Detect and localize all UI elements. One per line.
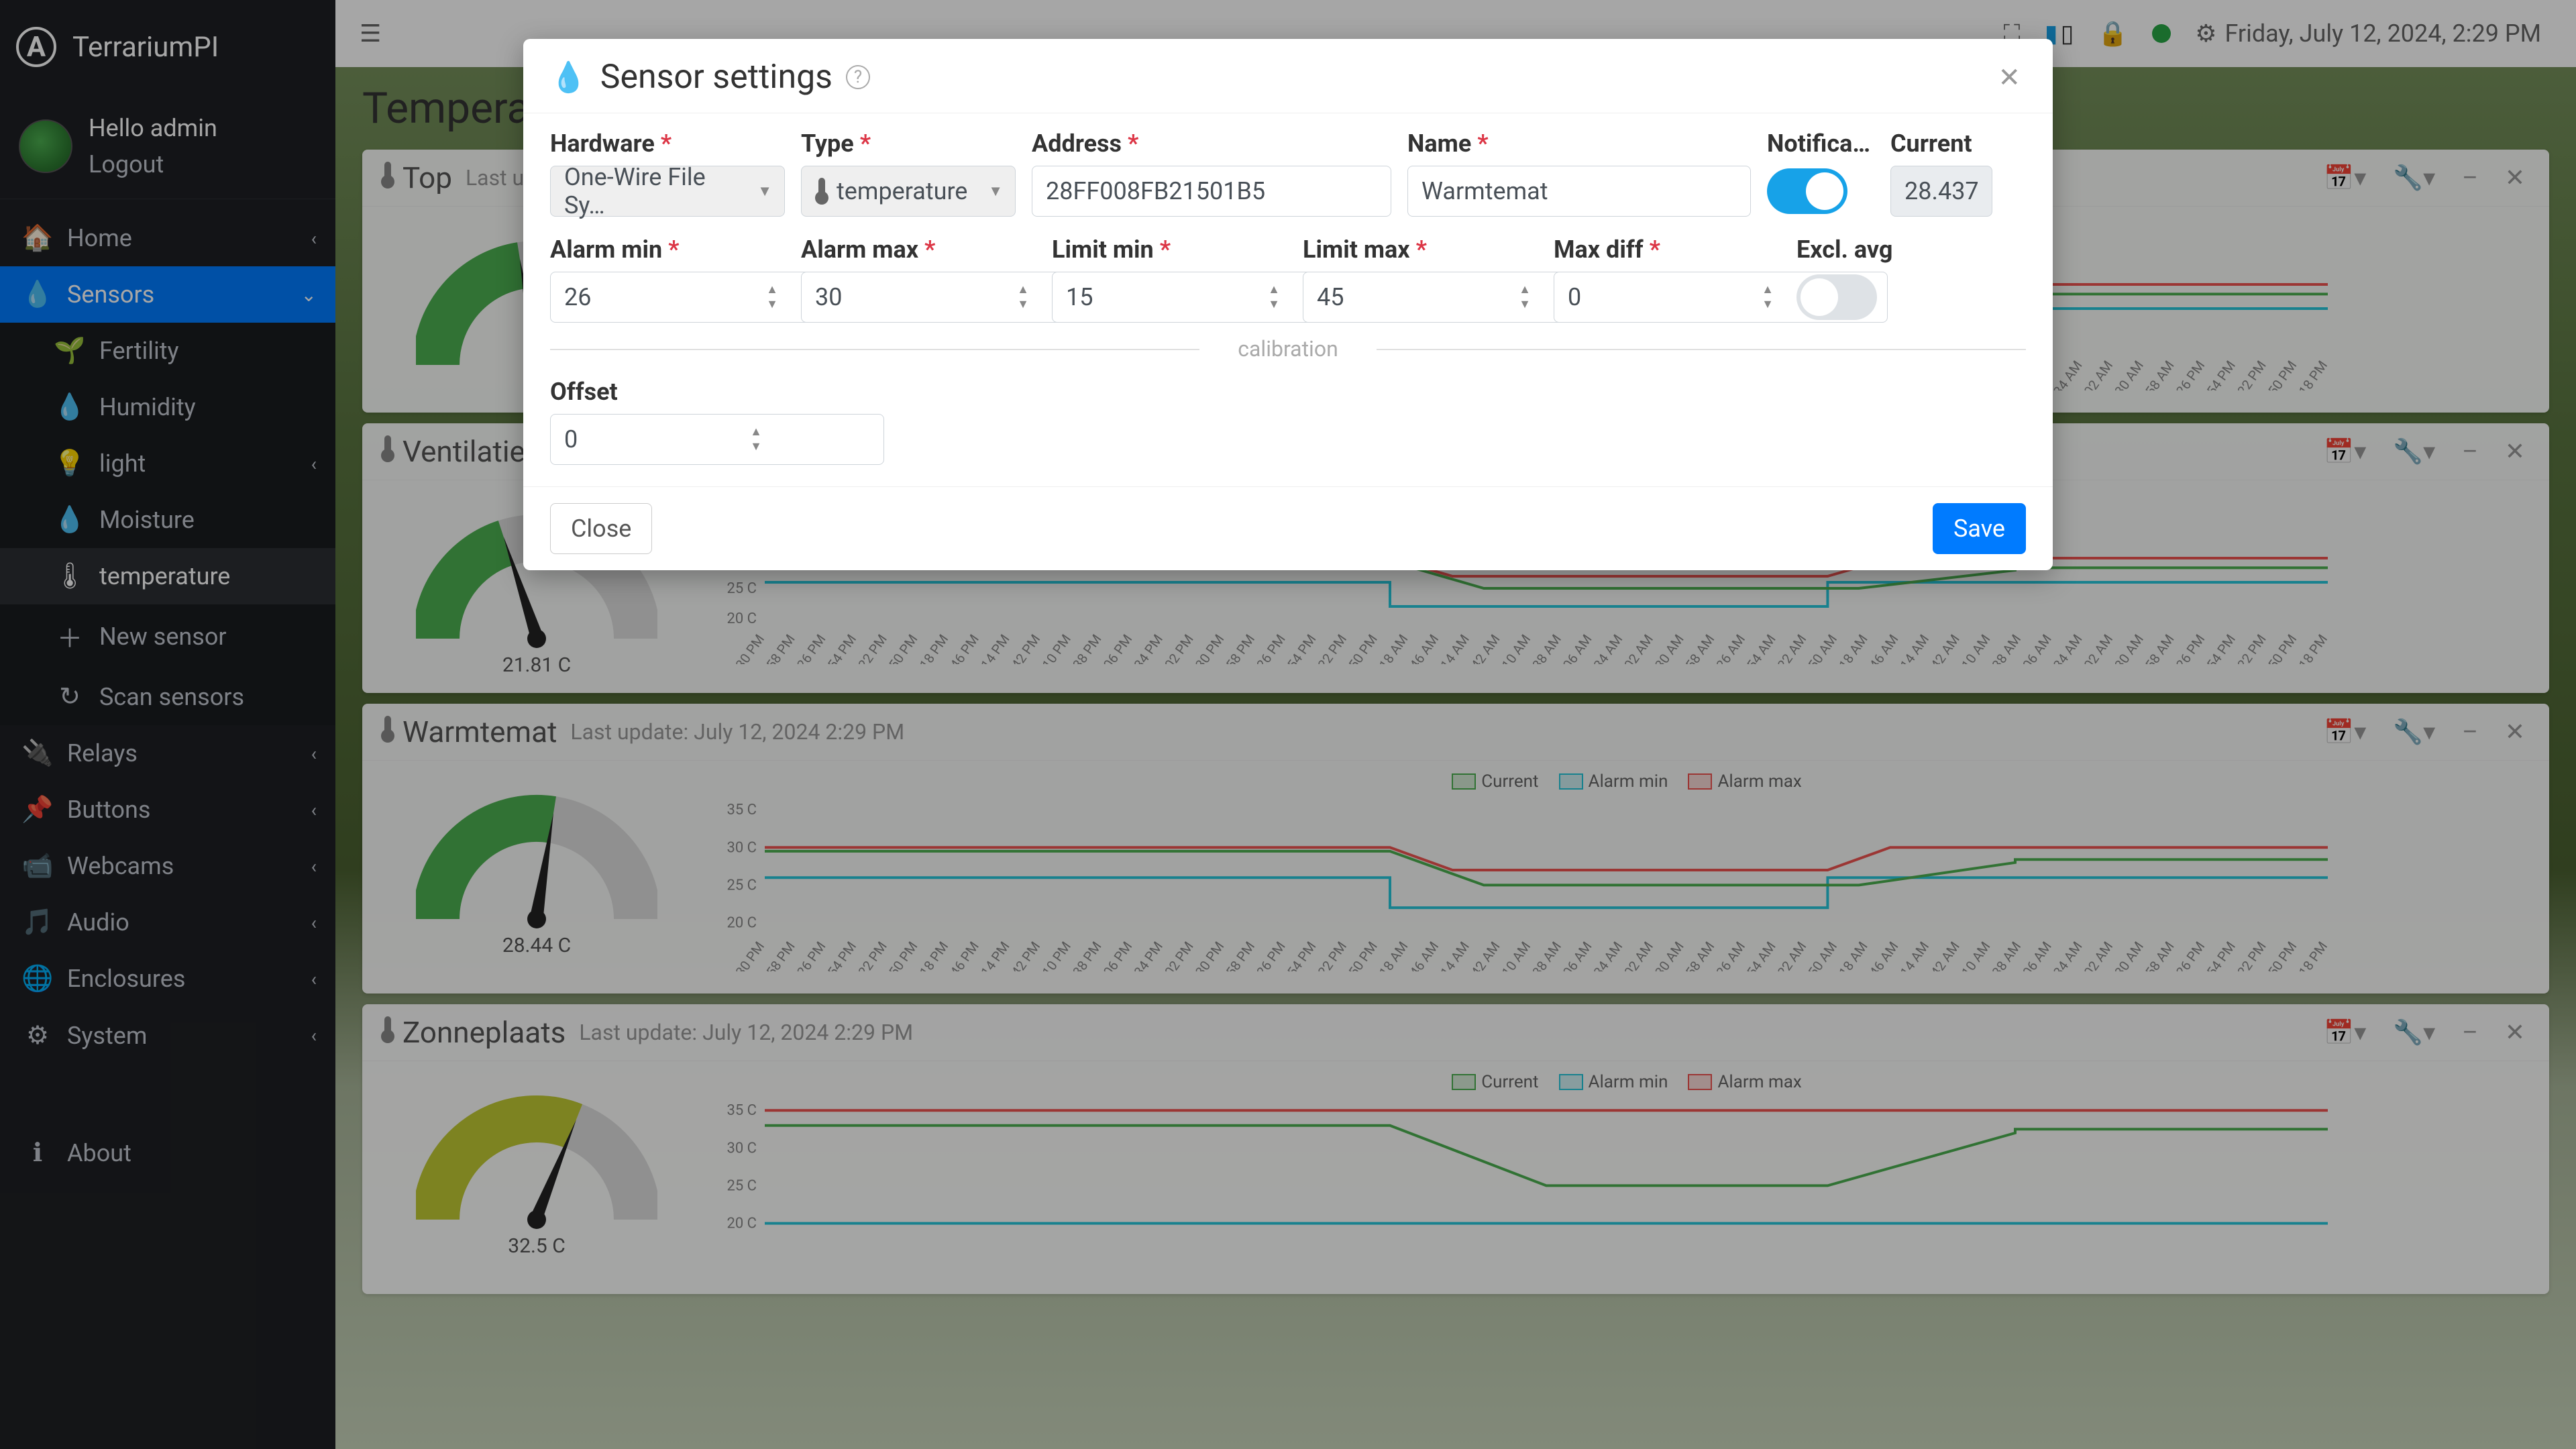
select-type[interactable]: temperature ▼: [801, 166, 1016, 217]
thermometer-icon: [815, 178, 828, 205]
label-address: Address *: [1032, 129, 1391, 158]
label-alarm-min: Alarm min *: [550, 235, 785, 264]
spin-down-icon[interactable]: ▼: [1267, 297, 1281, 312]
calibration-divider: calibration: [550, 336, 2026, 362]
label-alarm-max: Alarm max *: [801, 235, 1036, 264]
input-name[interactable]: [1407, 166, 1751, 217]
spin-up-icon[interactable]: ▲: [1267, 282, 1281, 297]
spin-down-icon[interactable]: ▼: [1016, 297, 1030, 312]
label-hardware: Hardware *: [550, 129, 785, 158]
input-current: [1890, 166, 1992, 217]
spin-up-icon[interactable]: ▲: [749, 425, 763, 439]
select-type-value: temperature: [837, 177, 967, 205]
label-current: Current: [1890, 129, 1992, 158]
spin-down-icon[interactable]: ▼: [1517, 297, 1532, 312]
close-button[interactable]: Close: [550, 503, 652, 554]
toggle-notification[interactable]: [1767, 168, 1847, 214]
select-hardware[interactable]: One-Wire File Sy… ▼: [550, 166, 785, 217]
spin-down-icon[interactable]: ▼: [1760, 297, 1775, 312]
label-type: Type *: [801, 129, 1016, 158]
spin-up-icon[interactable]: ▲: [1517, 282, 1532, 297]
modal-title: Sensor settings: [600, 58, 833, 97]
label-notification: Notifica…: [1767, 129, 1874, 158]
label-limit-max: Limit max *: [1303, 235, 1538, 264]
select-hardware-value: One-Wire File Sy…: [564, 163, 751, 219]
toggle-knob: [1806, 172, 1843, 210]
chevron-down-icon: ▼: [988, 182, 1003, 200]
label-offset: Offset: [550, 378, 769, 406]
spin-down-icon[interactable]: ▼: [765, 297, 780, 312]
toggle-excl-avg[interactable]: [1796, 274, 1877, 320]
toggle-knob: [1801, 278, 1838, 316]
sensor-settings-modal: 💧 Sensor settings ? ✕ Hardware * One-Wir…: [523, 39, 2053, 570]
spin-up-icon[interactable]: ▲: [765, 282, 780, 297]
spin-up-icon[interactable]: ▲: [1760, 282, 1775, 297]
input-address[interactable]: [1032, 166, 1391, 217]
chevron-down-icon: ▼: [757, 182, 772, 200]
input-offset[interactable]: [550, 414, 884, 465]
label-max-diff: Max diff *: [1554, 235, 1780, 264]
spin-up-icon[interactable]: ▲: [1016, 282, 1030, 297]
modal-close-icon[interactable]: ✕: [1992, 62, 2026, 93]
modal-header: 💧 Sensor settings ? ✕: [523, 39, 2053, 113]
help-icon[interactable]: ?: [846, 65, 870, 89]
save-button[interactable]: Save: [1933, 503, 2026, 554]
label-name: Name *: [1407, 129, 1751, 158]
label-excl-avg: Excl. avg: [1796, 235, 1917, 264]
spin-down-icon[interactable]: ▼: [749, 439, 763, 454]
droplet-icon: 💧: [550, 60, 587, 95]
label-limit-min: Limit min *: [1052, 235, 1287, 264]
